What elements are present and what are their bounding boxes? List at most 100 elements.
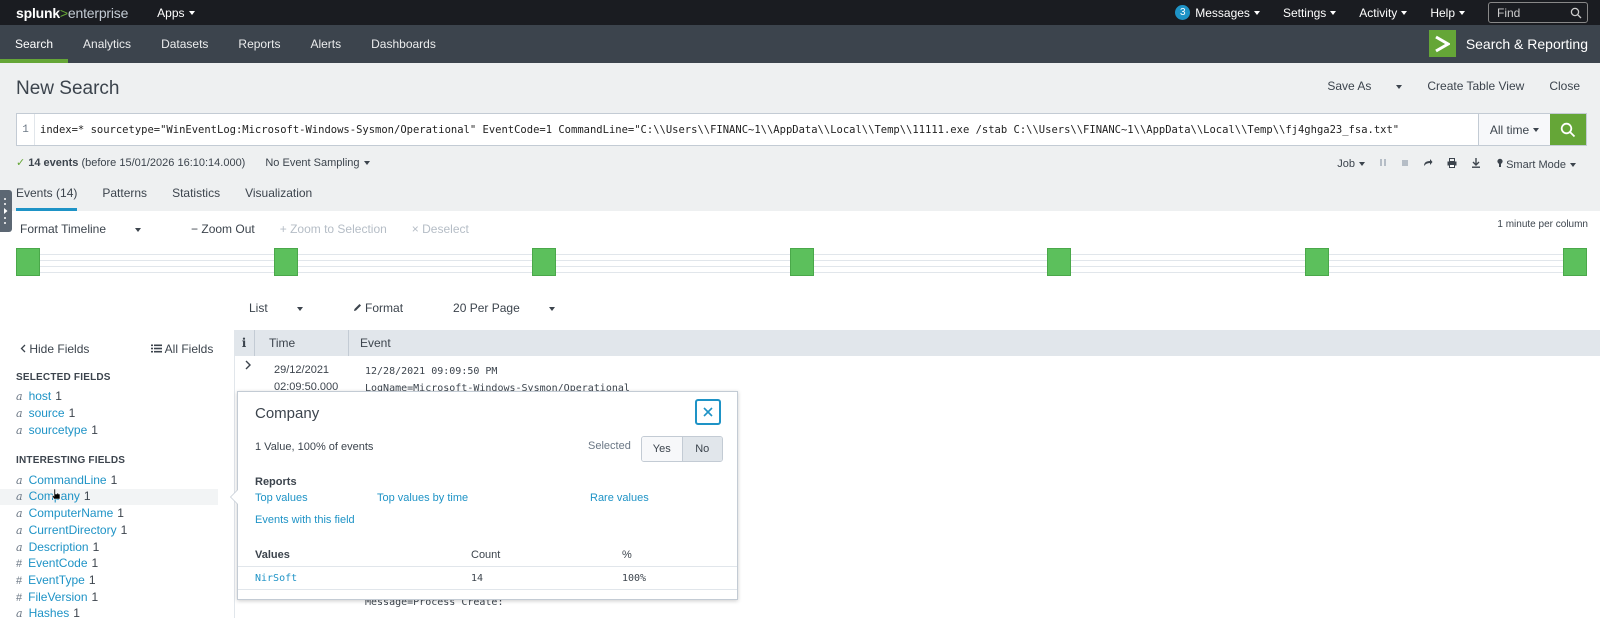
field-eventcode[interactable]: # EventCode 1 [16, 556, 234, 572]
deselect-button[interactable]: × Deselect [412, 222, 469, 236]
settings-menu[interactable]: Settings [1283, 6, 1337, 20]
field-source[interactable]: a source 1 [16, 406, 234, 422]
nav-tab-search[interactable]: Search [0, 25, 69, 63]
events-with-field-link[interactable]: Events with this field [255, 514, 355, 526]
field-company[interactable]: aCompany1 [0, 489, 218, 505]
app-name[interactable]: Search & Reporting [1428, 30, 1588, 57]
field-computername[interactable]: a ComputerName 1 [16, 506, 234, 522]
timeline-bar[interactable] [274, 248, 298, 276]
field-sourcetype[interactable]: a sourcetype 1 [16, 423, 234, 439]
field-description[interactable]: a Description 1 [16, 540, 234, 556]
nav-tab-datasets[interactable]: Datasets [146, 25, 223, 63]
tab-visualization[interactable]: Visualization [245, 186, 312, 211]
nav-tab-analytics[interactable]: Analytics [68, 25, 146, 63]
pause-icon[interactable] [1379, 158, 1387, 170]
selected-toggle: Yes No [641, 436, 723, 462]
activity-menu[interactable]: Activity [1359, 6, 1408, 20]
time-range-label: All time [1489, 122, 1530, 137]
per-page-label: 20 Per Page [453, 301, 520, 315]
caret-down-icon [1396, 84, 1403, 89]
app-logo-icon [1428, 30, 1456, 57]
close-icon[interactable] [695, 399, 721, 425]
top-values-link[interactable]: Top values [255, 492, 308, 504]
line-number: 1 [17, 114, 35, 145]
format-button[interactable]: Format [353, 301, 428, 315]
field-eventtype[interactable]: # EventType 1 [16, 573, 234, 589]
find-input[interactable]: Find [1488, 2, 1588, 23]
list-view-dropdown[interactable]: List [249, 301, 328, 315]
create-table-view-button[interactable]: Create Table View [1427, 79, 1524, 93]
zoom-to-selection-button[interactable]: + Zoom to Selection [280, 222, 387, 236]
time-column-header[interactable]: Time [254, 330, 348, 356]
tab-patterns[interactable]: Patterns [102, 186, 147, 211]
list-icon [151, 344, 162, 353]
selected-fields-title: SELECTED FIELDS [16, 372, 111, 383]
rare-values-link[interactable]: Rare values [590, 492, 649, 504]
count-column-header: Count [471, 549, 501, 561]
stop-icon[interactable] [1401, 158, 1409, 170]
expand-event-button[interactable] [244, 358, 252, 373]
popover-arrow [230, 489, 238, 505]
caret-down-icon [296, 306, 303, 311]
field-count: 1 [55, 389, 62, 403]
save-as-label: Save As [1327, 79, 1372, 93]
search-query-input[interactable]: index=* sourcetype="WinEventLog:Microsof… [35, 114, 1478, 145]
selected-no-button[interactable]: No [682, 437, 722, 461]
field-type-icon: a [16, 474, 23, 487]
print-icon[interactable] [1447, 157, 1457, 171]
event-column-header[interactable]: Event [348, 330, 391, 356]
field-commandline[interactable]: a CommandLine 1 [16, 473, 234, 489]
hide-fields-button[interactable]: Hide Fields [20, 342, 89, 356]
share-icon[interactable] [1423, 158, 1433, 170]
field-name: CurrentDirectory [28, 523, 117, 537]
tab-statistics[interactable]: Statistics [172, 186, 220, 211]
timeline-bar[interactable] [1047, 248, 1071, 276]
timeline-bar[interactable] [1305, 248, 1329, 276]
time-range-picker[interactable]: All time [1478, 114, 1550, 145]
tab-events[interactable]: Events (14) [16, 186, 78, 211]
search-mode-dropdown[interactable]: Smart Mode [1497, 158, 1576, 171]
caret-down-icon [1359, 162, 1366, 167]
popover-summary: 1 Value, 100% of events [255, 441, 374, 453]
messages-menu[interactable]: 3 Messages [1175, 5, 1260, 20]
format-timeline-button[interactable]: Format Timeline [20, 222, 166, 236]
job-label: Job [1337, 158, 1356, 170]
side-panel-toggle[interactable] [0, 190, 12, 232]
value-link[interactable]: NirSoft [255, 573, 297, 584]
save-as-button[interactable]: Save As [1302, 79, 1403, 93]
timeline-chart[interactable] [16, 248, 1587, 278]
timeline-bar[interactable] [790, 248, 814, 276]
hide-fields-label: Hide Fields [29, 342, 90, 356]
timeline-bar[interactable] [1563, 248, 1587, 276]
event-sampling-dropdown[interactable]: No Event Sampling [265, 157, 370, 169]
zoom-out-button[interactable]: − Zoom Out [191, 222, 255, 236]
field-type-icon: a [16, 507, 23, 520]
per-page-dropdown[interactable]: 20 Per Page [453, 301, 580, 315]
splunk-logo[interactable]: splunk>enterprise [16, 5, 128, 21]
caret-down-icon [1330, 10, 1337, 15]
job-menu[interactable]: Job [1337, 158, 1366, 170]
field-hashes[interactable]: a Hashes 1 [16, 606, 234, 618]
field-summary-popover: Company 1 Value, 100% of events Selected… [230, 391, 738, 600]
field-fileversion[interactable]: # FileVersion 1 [16, 590, 234, 606]
nav-tab-reports[interactable]: Reports [223, 25, 295, 63]
export-icon[interactable] [1471, 157, 1481, 171]
nav-tab-alerts[interactable]: Alerts [295, 25, 356, 63]
help-menu[interactable]: Help [1430, 6, 1465, 20]
timeline-controls: Format Timeline − Zoom Out + Zoom to Sel… [20, 222, 494, 236]
close-button[interactable]: Close [1549, 79, 1580, 93]
apps-menu[interactable]: Apps [157, 5, 195, 20]
field-host[interactable]: a host 1 [16, 389, 234, 405]
format-label: Format [365, 301, 404, 315]
timeline-bar[interactable] [532, 248, 556, 276]
all-fields-button[interactable]: All Fields [151, 342, 213, 356]
search-submit-button[interactable] [1550, 114, 1586, 145]
selected-yes-button[interactable]: Yes [642, 437, 683, 461]
timeline-bar[interactable] [16, 248, 40, 276]
top-values-by-time-link[interactable]: Top values by time [377, 492, 468, 504]
nav-tab-dashboards[interactable]: Dashboards [356, 25, 451, 63]
field-currentdirectory[interactable]: a CurrentDirectory 1 [16, 523, 234, 539]
apps-label: Apps [157, 5, 185, 20]
event-date: 29/12/2021 [274, 364, 330, 376]
field-count: 1 [68, 406, 76, 420]
